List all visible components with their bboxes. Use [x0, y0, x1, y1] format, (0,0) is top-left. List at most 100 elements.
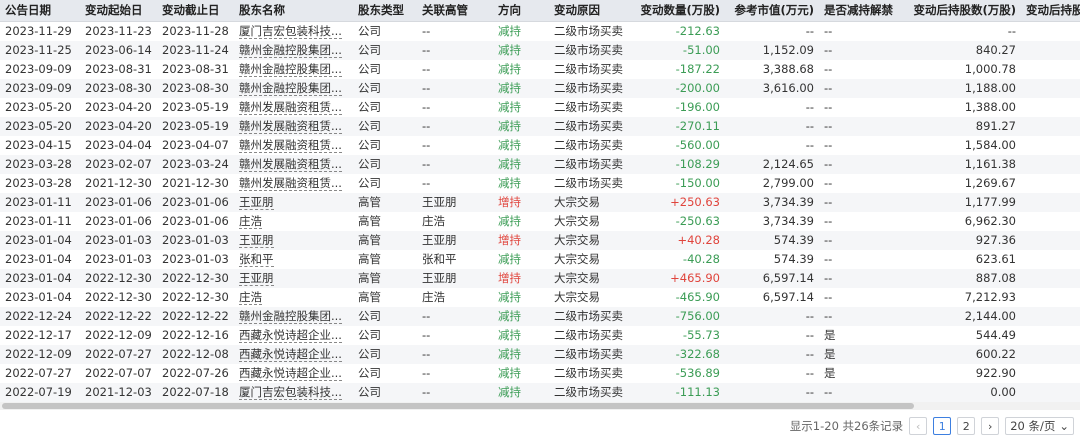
table-row[interactable]: 2023-09-09 2023-08-30 2023-08-30 赣州金融控股集团..…: [0, 79, 1080, 98]
cell-holder-name[interactable]: 厦门吉宏包装科技...: [234, 383, 353, 402]
cell-holder-name[interactable]: 厦门吉宏包装科技...: [234, 21, 353, 41]
table-row[interactable]: 2023-03-28 2021-12-30 2021-12-30 赣州发展融资租赁..…: [0, 174, 1080, 193]
cell-holding-ratio: [1021, 21, 1080, 41]
table-row[interactable]: 2022-07-27 2022-07-07 2022-07-26 西藏永悦诗超企业..…: [0, 364, 1080, 383]
cell-holder-name[interactable]: 赣州发展融资租赁...: [234, 136, 353, 155]
cell-announce-date: 2022-12-17: [0, 326, 80, 345]
cell-holder-name[interactable]: 庄浩: [234, 288, 353, 307]
table-row[interactable]: 2023-03-28 2023-02-07 2023-03-24 赣州发展融资租赁..…: [0, 155, 1080, 174]
holder-name-link[interactable]: 西藏永悦诗超企业...: [239, 366, 342, 381]
holder-name-link[interactable]: 庄浩: [239, 290, 262, 305]
holder-name-link[interactable]: 张和平: [239, 252, 274, 267]
cell-holder-name[interactable]: 赣州金融控股集团...: [234, 60, 353, 79]
cell-holder-name[interactable]: 赣州发展融资租赁...: [234, 155, 353, 174]
col-change-qty[interactable]: 变动数量(万股): [631, 0, 725, 22]
col-unlock[interactable]: 是否减持解禁: [819, 0, 903, 22]
cell-holder-name[interactable]: 赣州发展融资租赁...: [234, 117, 353, 136]
table-row[interactable]: 2023-01-04 2023-01-03 2023-01-03 张和平 高管 张和平 减持…: [0, 250, 1080, 269]
holder-name-link[interactable]: 赣州发展融资租赁...: [239, 176, 342, 191]
cell-holding-ratio: [1021, 345, 1080, 364]
table-row[interactable]: 2023-05-20 2023-04-20 2023-05-19 赣州发展融资租赁..…: [0, 117, 1080, 136]
cell-holder-name[interactable]: 王亚朋: [234, 193, 353, 212]
holder-name-link[interactable]: 赣州发展融资租赁...: [239, 100, 342, 115]
col-holding-ratio[interactable]: 变动后持股比: [1021, 0, 1080, 22]
cell-end-date: 2023-01-03: [157, 231, 234, 250]
table-row[interactable]: 2023-05-20 2023-04-20 2023-05-19 赣州发展融资租赁..…: [0, 98, 1080, 117]
table-row[interactable]: 2023-04-15 2023-04-04 2023-04-07 赣州发展融资租赁..…: [0, 136, 1080, 155]
table-row[interactable]: 2023-09-09 2023-08-31 2023-08-31 赣州金融控股集团..…: [0, 60, 1080, 79]
cell-reason: 二级市场买卖: [549, 326, 631, 345]
holder-name-link[interactable]: 赣州金融控股集团...: [239, 43, 342, 58]
cell-holding-after: 1,388.00: [903, 98, 1021, 117]
holder-name-link[interactable]: 赣州发展融资租赁...: [239, 157, 342, 172]
cell-unlock: --: [819, 307, 903, 326]
holder-name-link[interactable]: 厦门吉宏包装科技...: [239, 24, 342, 39]
table-row[interactable]: 2022-07-19 2021-12-03 2022-07-18 厦门吉宏包装科技..…: [0, 383, 1080, 402]
holder-name-link[interactable]: 赣州金融控股集团...: [239, 81, 342, 96]
holder-name-link[interactable]: 庄浩: [239, 214, 262, 229]
page-1-button[interactable]: 1: [933, 417, 952, 435]
holder-name-link[interactable]: 赣州发展融资租赁...: [239, 138, 342, 153]
page-2-button[interactable]: 2: [957, 417, 976, 435]
cell-holder-name[interactable]: 赣州金融控股集团...: [234, 41, 353, 60]
cell-related-exec: --: [417, 21, 493, 41]
holder-name-link[interactable]: 王亚朋: [239, 233, 274, 248]
col-related-exec[interactable]: 关联高管: [417, 0, 493, 22]
cell-holder-name[interactable]: 西藏永悦诗超企业...: [234, 326, 353, 345]
col-reason[interactable]: 变动原因: [549, 0, 631, 22]
col-direction[interactable]: 方向: [493, 0, 549, 22]
table-row[interactable]: 2023-11-29 2023-11-23 2023-11-28 厦门吉宏包装科技..…: [0, 21, 1080, 41]
col-holder-type[interactable]: 股东类型: [353, 0, 417, 22]
cell-end-date: 2022-12-30: [157, 288, 234, 307]
cell-holder-name[interactable]: 西藏永悦诗超企业...: [234, 345, 353, 364]
cell-holder-name[interactable]: 西藏永悦诗超企业...: [234, 364, 353, 383]
table-row[interactable]: 2023-01-04 2023-01-03 2023-01-03 王亚朋 高管 王亚朋 增持…: [0, 231, 1080, 250]
table-row[interactable]: 2023-01-04 2022-12-30 2022-12-30 王亚朋 高管 王亚朋 增持…: [0, 269, 1080, 288]
holder-name-link[interactable]: 赣州金融控股集团...: [239, 62, 342, 77]
table-row[interactable]: 2023-01-04 2022-12-30 2022-12-30 庄浩 高管 庄浩 减持 大宗…: [0, 288, 1080, 307]
col-market-value[interactable]: 参考市值(万元): [725, 0, 819, 22]
cell-unlock: --: [819, 60, 903, 79]
cell-holder-name[interactable]: 赣州金融控股集团...: [234, 307, 353, 326]
cell-reason: 二级市场买卖: [549, 345, 631, 364]
holder-name-link[interactable]: 厦门吉宏包装科技...: [239, 385, 342, 400]
holder-name-link[interactable]: 赣州发展融资租赁...: [239, 119, 342, 134]
cell-holder-name[interactable]: 王亚朋: [234, 269, 353, 288]
table-row[interactable]: 2022-12-17 2022-12-09 2022-12-16 西藏永悦诗超企业..…: [0, 326, 1080, 345]
col-start-date[interactable]: 变动起始日: [80, 0, 157, 22]
cell-holder-name[interactable]: 张和平: [234, 250, 353, 269]
col-holder-name[interactable]: 股东名称: [234, 0, 353, 22]
holder-name-link[interactable]: 西藏永悦诗超企业...: [239, 328, 342, 343]
pagination: 显示1-20 共26条记录 ‹ 1 2 › 20 条/页 ⌄: [790, 416, 1074, 436]
holder-name-link[interactable]: 赣州金融控股集团...: [239, 309, 342, 324]
holder-name-link[interactable]: 王亚朋: [239, 271, 274, 286]
col-end-date[interactable]: 变动截止日: [157, 0, 234, 22]
cell-holding-ratio: [1021, 250, 1080, 269]
next-page-icon[interactable]: ›: [981, 417, 1000, 435]
table-row[interactable]: 2023-01-11 2023-01-06 2023-01-06 庄浩 高管 庄浩 减持 大宗…: [0, 212, 1080, 231]
table-row[interactable]: 2023-01-11 2023-01-06 2023-01-06 王亚朋 高管 王亚朋 增持…: [0, 193, 1080, 212]
cell-end-date: 2023-01-03: [157, 250, 234, 269]
cell-holding-ratio: [1021, 326, 1080, 345]
col-holding-after[interactable]: 变动后持股数(万股): [903, 0, 1021, 22]
page-size-select[interactable]: 20 条/页 ⌄: [1005, 417, 1074, 435]
table-row[interactable]: 2023-11-25 2023-06-14 2023-11-24 赣州金融控股集团..…: [0, 41, 1080, 60]
cell-market-value: 2,124.65: [725, 155, 819, 174]
cell-holder-name[interactable]: 赣州金融控股集团...: [234, 79, 353, 98]
holder-name-link[interactable]: 西藏永悦诗超企业...: [239, 347, 342, 362]
cell-holder-name[interactable]: 王亚朋: [234, 231, 353, 250]
cell-holder-name[interactable]: 赣州发展融资租赁...: [234, 174, 353, 193]
cell-unlock: --: [819, 136, 903, 155]
holder-name-link[interactable]: 王亚朋: [239, 195, 274, 210]
scrollbar-thumb[interactable]: [2, 403, 914, 409]
horizontal-scrollbar[interactable]: [0, 402, 1080, 410]
table-row[interactable]: 2022-12-09 2022-07-27 2022-12-08 西藏永悦诗超企业..…: [0, 345, 1080, 364]
col-announce-date[interactable]: 公告日期: [0, 0, 80, 22]
cell-start-date: 2022-12-30: [80, 269, 157, 288]
cell-holder-type: 公司: [353, 307, 417, 326]
table-row[interactable]: 2022-12-24 2022-12-22 2022-12-22 赣州金融控股集团..…: [0, 307, 1080, 326]
cell-related-exec: --: [417, 345, 493, 364]
cell-holder-name[interactable]: 赣州发展融资租赁...: [234, 98, 353, 117]
prev-page-icon[interactable]: ‹: [909, 417, 928, 435]
cell-holder-name[interactable]: 庄浩: [234, 212, 353, 231]
